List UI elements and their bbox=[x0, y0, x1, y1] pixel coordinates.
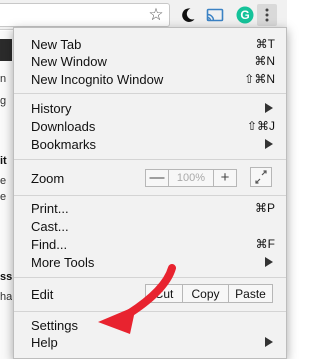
menu-item-label: History bbox=[31, 100, 72, 116]
grammarly-letter: G bbox=[240, 8, 249, 22]
paste-button[interactable]: Paste bbox=[228, 285, 272, 302]
menu-item-history[interactable]: History bbox=[14, 99, 286, 117]
submenu-arrow-icon bbox=[265, 257, 273, 267]
zoom-control: — 100% + bbox=[145, 169, 237, 187]
submenu-arrow-icon bbox=[265, 337, 273, 347]
menu-item-zoom: Zoom — 100% + bbox=[14, 166, 286, 190]
address-bar[interactable] bbox=[0, 3, 170, 27]
page-text-fragment: ha bbox=[0, 291, 12, 303]
menu-separator bbox=[14, 159, 286, 160]
menu-separator bbox=[14, 93, 286, 94]
page-text-fragment: it bbox=[0, 155, 7, 167]
zoom-out-button[interactable]: — bbox=[146, 170, 168, 186]
menu-item-label: Zoom bbox=[31, 170, 65, 186]
menu-item-label: Print... bbox=[31, 200, 69, 216]
menu-item-label: New Tab bbox=[31, 36, 82, 52]
menu-item-shortcut: ⇧⌘J bbox=[246, 119, 275, 133]
browser-toolbar: ☆ G bbox=[0, 0, 287, 30]
menu-item-label: New Window bbox=[31, 53, 107, 69]
menu-item-edit: Edit Cut Copy Paste bbox=[14, 282, 286, 306]
menu-item-find[interactable]: Find... ⌘F bbox=[14, 235, 286, 253]
submenu-arrow-icon bbox=[265, 103, 273, 113]
kebab-menu-icon[interactable] bbox=[257, 4, 277, 26]
cast-icon[interactable] bbox=[205, 5, 225, 25]
menu-item-more-tools[interactable]: More Tools bbox=[14, 253, 286, 271]
menu-item-shortcut: ⌘F bbox=[255, 237, 275, 251]
fullscreen-icon bbox=[255, 170, 267, 184]
zoom-level: 100% bbox=[168, 170, 214, 186]
page-text-fragment: n bbox=[0, 73, 7, 85]
zoom-in-button[interactable]: + bbox=[214, 170, 236, 186]
submenu-arrow-icon bbox=[265, 139, 273, 149]
menu-item-print[interactable]: Print... ⌘P bbox=[14, 199, 286, 217]
moon-icon[interactable] bbox=[178, 5, 198, 25]
chrome-main-menu: New Tab ⌘T New Window ⌘N New Incognito W… bbox=[13, 27, 287, 359]
menu-item-label: Downloads bbox=[31, 118, 96, 134]
menu-item-label: Bookmarks bbox=[31, 136, 97, 152]
menu-item-bookmarks[interactable]: Bookmarks bbox=[14, 135, 286, 153]
page-text-fragment: g bbox=[0, 95, 7, 107]
page-dark-block bbox=[0, 39, 12, 61]
grammarly-icon[interactable]: G bbox=[235, 5, 255, 25]
page-text-fragment: e bbox=[0, 175, 7, 187]
edit-button-group: Cut Copy Paste bbox=[145, 284, 273, 303]
menu-item-new-tab[interactable]: New Tab ⌘T bbox=[14, 35, 286, 53]
menu-item-label: Edit bbox=[31, 286, 54, 302]
menu-item-shortcut: ⇧⌘N bbox=[244, 72, 275, 86]
menu-separator bbox=[14, 277, 286, 278]
menu-item-downloads[interactable]: Downloads ⇧⌘J bbox=[14, 117, 286, 135]
menu-item-label: More Tools bbox=[31, 254, 95, 270]
menu-item-label: Help bbox=[31, 334, 58, 350]
cut-button[interactable]: Cut bbox=[146, 285, 182, 302]
menu-item-new-window[interactable]: New Window ⌘N bbox=[14, 52, 286, 70]
menu-item-shortcut: ⌘P bbox=[254, 201, 275, 215]
copy-button[interactable]: Copy bbox=[182, 285, 228, 302]
menu-item-label: Cast... bbox=[31, 218, 69, 234]
menu-item-cast[interactable]: Cast... bbox=[14, 217, 286, 235]
menu-item-settings[interactable]: Settings bbox=[14, 316, 286, 334]
menu-item-label: Find... bbox=[31, 236, 68, 252]
page-text-fragment: ss bbox=[0, 271, 12, 283]
menu-item-shortcut: ⌘N bbox=[254, 54, 275, 68]
menu-separator bbox=[14, 195, 286, 196]
menu-separator bbox=[14, 311, 286, 312]
menu-item-label: Settings bbox=[31, 317, 78, 333]
menu-item-label: New Incognito Window bbox=[31, 71, 164, 87]
menu-item-new-incognito-window[interactable]: New Incognito Window ⇧⌘N bbox=[14, 70, 286, 88]
menu-item-shortcut: ⌘T bbox=[255, 37, 275, 51]
page-sidebar: n g it e e ss ha bbox=[0, 31, 14, 359]
star-icon[interactable]: ☆ bbox=[146, 5, 166, 25]
page-text-fragment: e bbox=[0, 191, 7, 203]
fullscreen-button[interactable] bbox=[250, 167, 272, 187]
menu-item-help[interactable]: Help bbox=[14, 333, 286, 351]
